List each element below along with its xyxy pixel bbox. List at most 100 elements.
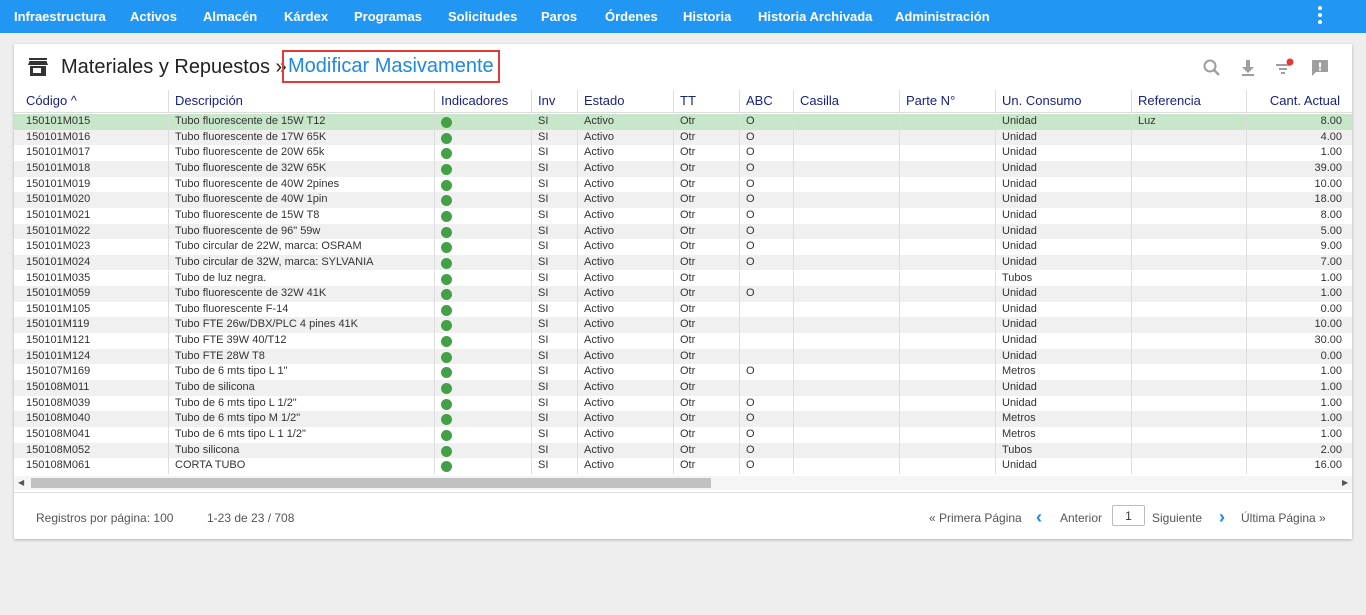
column-header-estado[interactable]: Estado xyxy=(578,90,674,113)
table-row[interactable]: 150108M040 Tubo de 6 mts tipo M 1/2" SI Act… xyxy=(14,411,1352,427)
column-header-parte-no[interactable]: Parte N° xyxy=(900,90,996,113)
nav-item[interactable]: Kárdex xyxy=(284,0,328,33)
status-dot-icon xyxy=(441,289,452,301)
cell-descripcion: Tubo fluorescente de 17W 65K xyxy=(169,129,435,146)
previous-page-link[interactable]: Anterior xyxy=(1060,511,1102,525)
cell-descripcion: Tubo fluorescente de 20W 65k xyxy=(169,145,435,161)
table-row[interactable]: 150108M011 Tubo de silicona SI Activo Otr Uni… xyxy=(14,380,1352,396)
cell-tt: Otr xyxy=(674,176,740,193)
cell-parte-no xyxy=(900,380,996,396)
records-per-page[interactable]: Registros por página: 100 xyxy=(36,511,173,525)
column-header-cant-actual[interactable]: Cant. Actual xyxy=(1247,90,1352,113)
table-row[interactable]: 150101M023 Tubo circular de 22W, marca: O… xyxy=(14,239,1352,255)
cell-referencia xyxy=(1132,207,1247,224)
table-row[interactable]: 150101M119 Tubo FTE 26w/DBX/PLC 4 pines 4… xyxy=(14,317,1352,334)
cell-descripcion: Tubo de 6 mts tipo L 1/2" xyxy=(169,395,435,412)
cell-referencia xyxy=(1132,442,1247,459)
nav-item[interactable]: Infraestructura xyxy=(14,0,106,33)
table-row[interactable]: 150101M024 Tubo circular de 32W, marca: S… xyxy=(14,254,1352,271)
cell-estado: Activo xyxy=(578,160,674,177)
cell-descripcion: Tubo de 6 mts tipo L 1" xyxy=(169,364,435,381)
table-row[interactable]: 150101M035 Tubo de luz negra. SI Activo Otr T… xyxy=(14,270,1352,287)
nav-item[interactable]: Solicitudes xyxy=(448,0,517,33)
nav-item[interactable]: Administración xyxy=(895,0,990,33)
nav-item[interactable]: Historia Archivada xyxy=(758,0,872,33)
next-page-link[interactable]: Siguiente xyxy=(1152,511,1202,525)
table-row[interactable]: 150108M061 CORTA TUBO SI Activo Otr O Unidad 16… xyxy=(14,458,1352,474)
column-header-descripcion[interactable]: Descripción xyxy=(169,90,435,113)
table-row[interactable]: 150108M041 Tubo de 6 mts tipo L 1 1/2" SI A… xyxy=(14,427,1352,443)
column-header-un-consumo[interactable]: Un. Consumo xyxy=(996,90,1132,113)
last-page-link[interactable]: Última Página » xyxy=(1241,511,1326,525)
chevron-left-icon[interactable]: ‹ xyxy=(1036,507,1042,528)
status-dot-icon xyxy=(441,461,452,473)
table-row[interactable]: 150101M017 Tubo fluorescente de 20W 65k SI… xyxy=(14,145,1352,161)
nav-item[interactable]: Paros xyxy=(541,0,577,33)
table-row[interactable]: 150101M105 Tubo fluorescente F-14 SI Activo… xyxy=(14,301,1352,318)
cell-abc: O xyxy=(740,176,794,193)
feedback-icon[interactable] xyxy=(1310,58,1330,78)
column-header-abc[interactable]: ABC xyxy=(740,90,794,113)
column-header-inv[interactable]: Inv xyxy=(532,90,578,113)
chevron-right-icon[interactable]: › xyxy=(1219,507,1225,528)
cell-tt: Otr xyxy=(674,114,740,130)
table-row[interactable]: 150101M015 Tubo fluorescente de 15W T12 SI… xyxy=(14,114,1352,130)
nav-item[interactable]: Historia xyxy=(683,0,731,33)
cell-tt: Otr xyxy=(674,254,740,271)
table-row[interactable]: 150108M039 Tubo de 6 mts tipo L 1/2" SI Act… xyxy=(14,395,1352,412)
table-row[interactable]: 150101M022 Tubo fluorescente de 96" 59w SI… xyxy=(14,223,1352,240)
cell-parte-no xyxy=(900,364,996,381)
table-row[interactable]: 150101M124 Tubo FTE 28W T8 SI Activo Otr Unid… xyxy=(14,348,1352,365)
table-row[interactable]: 150101M016 Tubo fluorescente de 17W 65K SI… xyxy=(14,129,1352,146)
cell-descripcion: Tubo de 6 mts tipo M 1/2" xyxy=(169,411,435,427)
indicator-cell xyxy=(435,380,532,396)
table-row[interactable]: 150101M018 Tubo fluorescente de 32W 65K SI… xyxy=(14,160,1352,177)
filter-icon[interactable] xyxy=(1274,58,1294,78)
table-row[interactable]: 150108M052 Tubo silicona SI Activo Otr O Tubos… xyxy=(14,442,1352,459)
column-header-codigo[interactable]: Código ^ xyxy=(20,90,169,113)
table-row[interactable]: 150107M169 Tubo de 6 mts tipo L 1" SI Activ… xyxy=(14,364,1352,381)
scrollbar-thumb[interactable] xyxy=(31,478,711,488)
nav-item[interactable]: Programas xyxy=(354,0,422,33)
page-number-input[interactable] xyxy=(1112,505,1145,526)
cell-parte-no xyxy=(900,145,996,161)
cell-inv: SI xyxy=(532,129,578,146)
search-icon[interactable] xyxy=(1202,58,1222,78)
cell-referencia xyxy=(1132,458,1247,474)
column-header-referencia[interactable]: Referencia xyxy=(1132,90,1247,113)
cell-inv: SI xyxy=(532,145,578,161)
table-row[interactable]: 150101M059 Tubo fluorescente de 32W 41K SI… xyxy=(14,286,1352,302)
column-header-indicadores[interactable]: Indicadores xyxy=(435,90,532,113)
more-vert-icon[interactable] xyxy=(1312,5,1328,25)
indicator-cell xyxy=(435,129,532,146)
horizontal-scrollbar[interactable]: ◀ ▶ xyxy=(14,476,1352,490)
cell-estado: Activo xyxy=(578,239,674,255)
cell-estado: Activo xyxy=(578,348,674,365)
cell-descripcion: Tubo fluorescente F-14 xyxy=(169,301,435,318)
cell-tt: Otr xyxy=(674,207,740,224)
table-row[interactable]: 150101M021 Tubo fluorescente de 15W T8 SI A… xyxy=(14,207,1352,224)
first-page-link[interactable]: « Primera Página xyxy=(929,511,1022,525)
indicator-cell xyxy=(435,145,532,161)
indicator-cell xyxy=(435,301,532,318)
column-header-tt[interactable]: TT xyxy=(674,90,740,113)
cell-descripcion: Tubo fluorescente de 40W 1pin xyxy=(169,192,435,208)
table-row[interactable]: 150101M121 Tubo FTE 39W 40/T12 SI Activo Otr… xyxy=(14,333,1352,349)
cell-referencia xyxy=(1132,192,1247,208)
column-header-casilla[interactable]: Casilla xyxy=(794,90,900,113)
cell-un-consumo: Unidad xyxy=(996,458,1132,474)
table-row[interactable]: 150101M020 Tubo fluorescente de 40W 1pin S… xyxy=(14,192,1352,208)
indicator-cell xyxy=(435,333,532,349)
modify-bulk-link[interactable]: Modificar Masivamente xyxy=(282,50,500,83)
nav-item[interactable]: Órdenes xyxy=(605,0,658,33)
cell-descripcion: Tubo silicona xyxy=(169,442,435,459)
cell-un-consumo: Unidad xyxy=(996,176,1132,193)
scroll-right-icon[interactable]: ▶ xyxy=(1342,478,1348,487)
nav-item[interactable]: Almacén xyxy=(203,0,257,33)
table-row[interactable]: 150101M019 Tubo fluorescente de 40W 2pine… xyxy=(14,176,1352,193)
cell-estado: Activo xyxy=(578,129,674,146)
nav-item[interactable]: Activos xyxy=(130,0,177,33)
cell-casilla xyxy=(794,364,900,381)
scroll-left-icon[interactable]: ◀ xyxy=(18,478,24,487)
download-icon[interactable] xyxy=(1238,58,1258,78)
